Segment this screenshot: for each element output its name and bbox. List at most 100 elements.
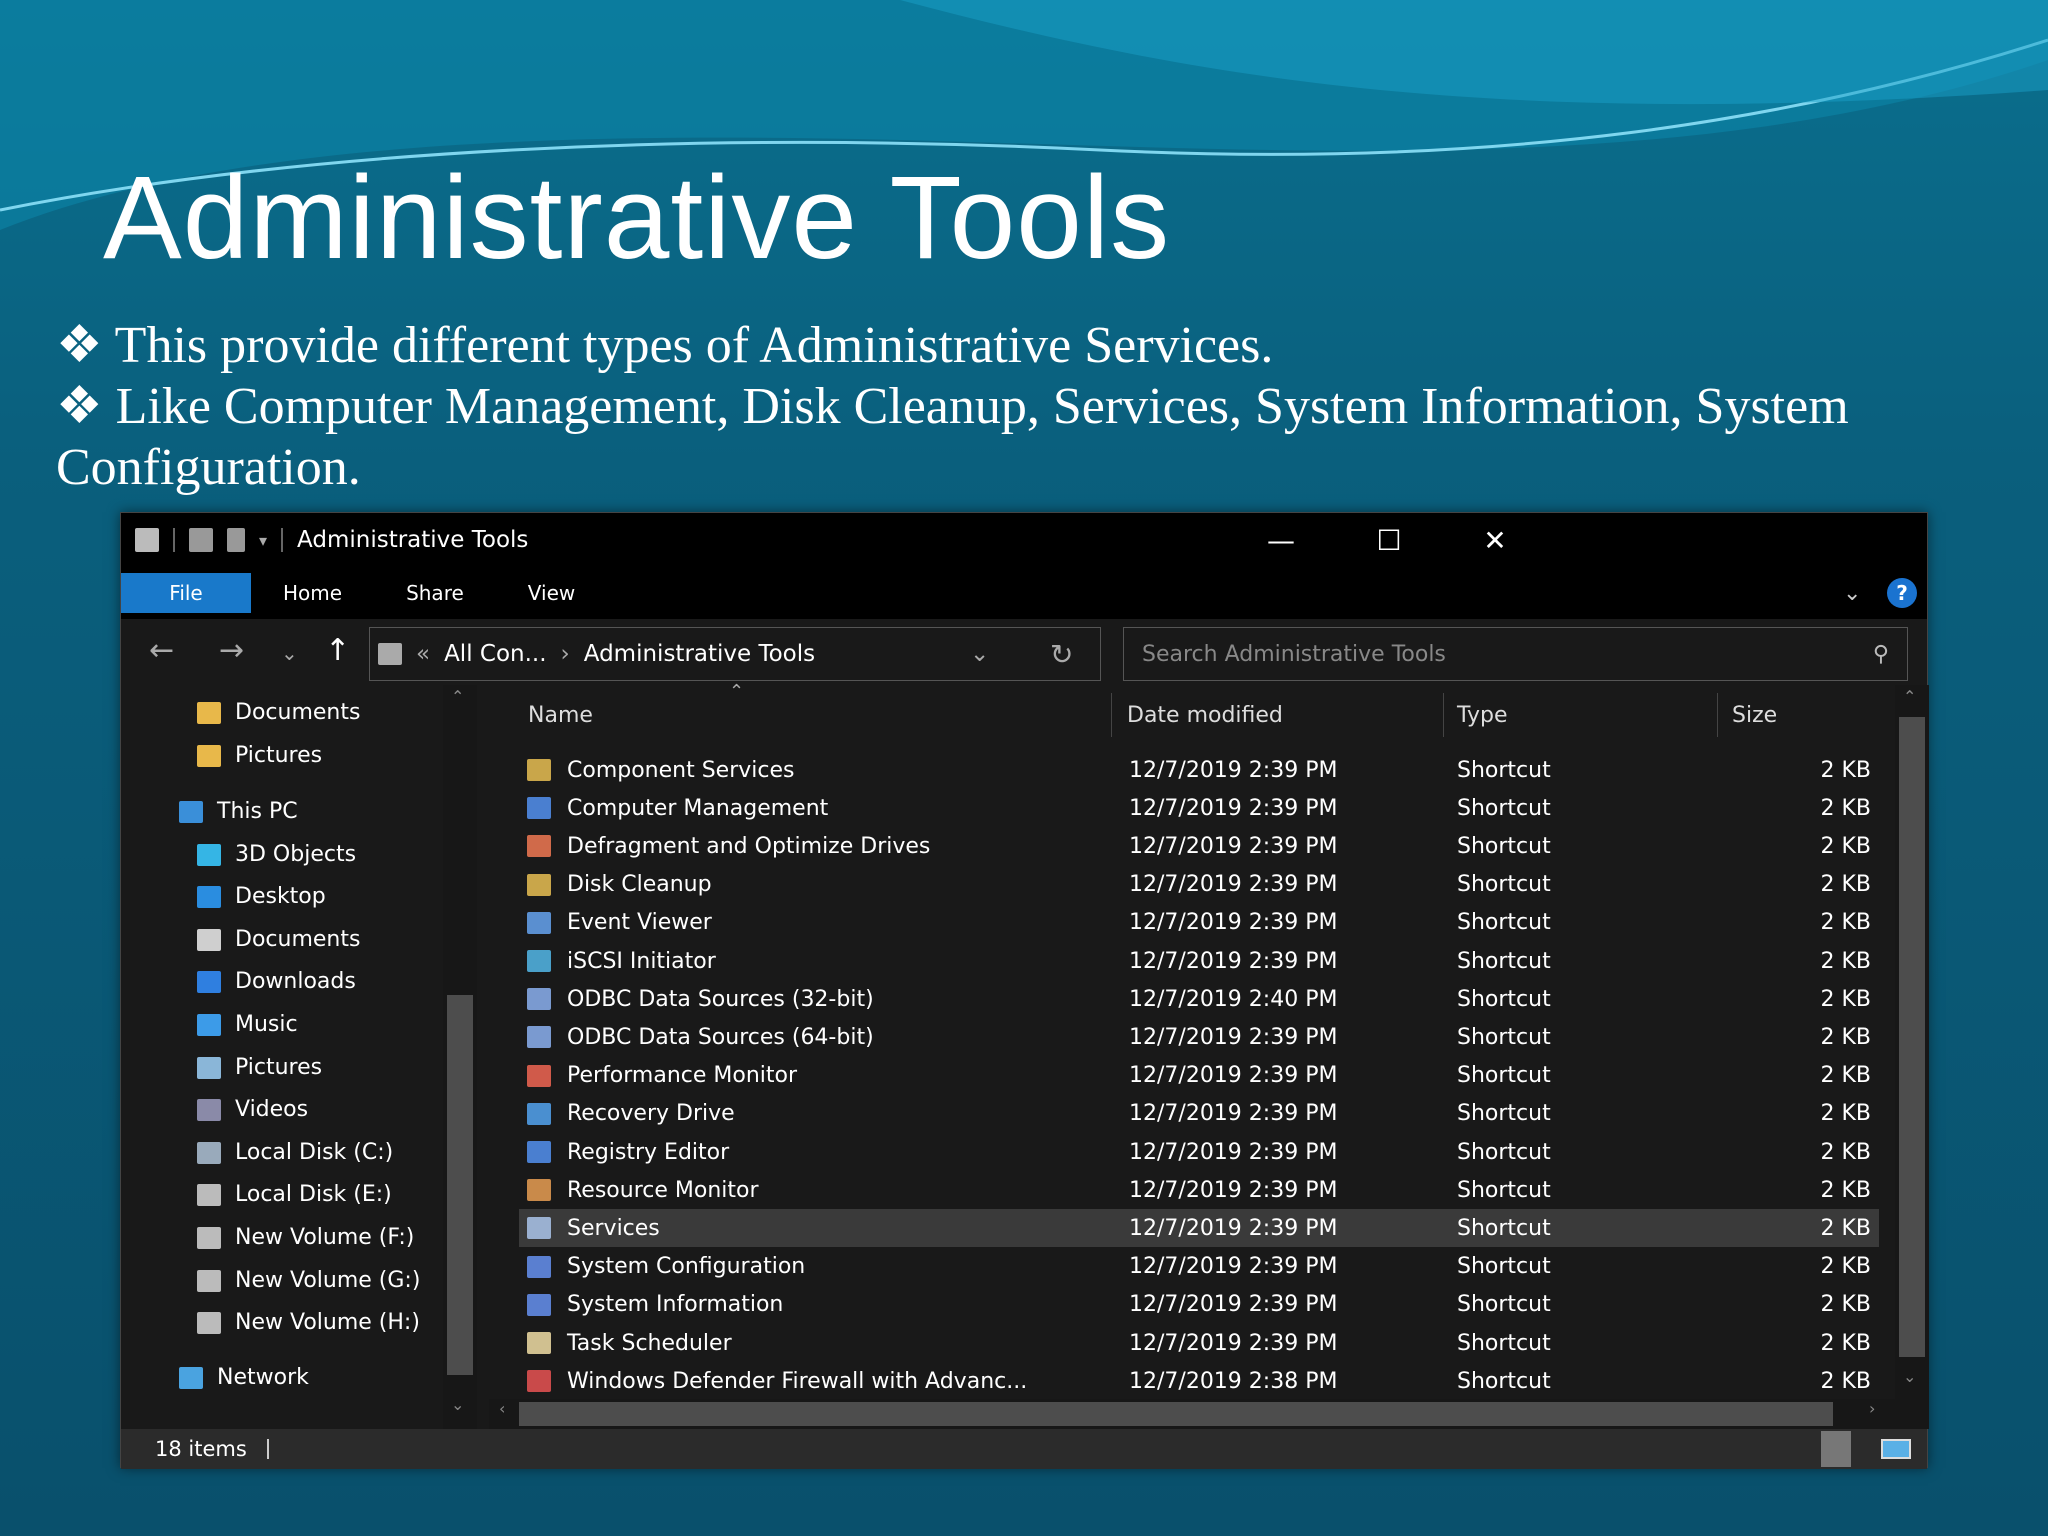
sidebar-item[interactable]: New Volume (H:) xyxy=(197,1310,420,1335)
file-row[interactable]: Disk Cleanup 12/7/2019 2:39 PM Shortcut … xyxy=(519,866,1879,904)
shortcut-icon xyxy=(527,950,551,972)
minimize-button[interactable]: — xyxy=(1231,513,1331,567)
column-type[interactable]: Type xyxy=(1457,703,1508,728)
properties-icon[interactable] xyxy=(189,528,213,552)
file-type: Shortcut xyxy=(1457,1177,1551,1203)
sidebar-item[interactable]: New Volume (G:) xyxy=(197,1268,420,1293)
file-row[interactable]: System Configuration 12/7/2019 2:39 PM S… xyxy=(519,1248,1879,1286)
tab-home[interactable]: Home xyxy=(251,573,374,613)
refresh-button[interactable]: ↻ xyxy=(1050,638,1073,671)
maximize-button[interactable]: ☐ xyxy=(1339,513,1439,567)
file-date: 12/7/2019 2:39 PM xyxy=(1129,1330,1338,1356)
file-name: Windows Defender Firewall with Advanc... xyxy=(567,1368,1028,1394)
file-row[interactable]: Defragment and Optimize Drives 12/7/2019… xyxy=(519,827,1879,865)
file-list-scrollbar[interactable]: ⌃ ⌄ xyxy=(1895,685,1929,1399)
details-view-button[interactable] xyxy=(1821,1431,1851,1467)
file-row[interactable]: Services 12/7/2019 2:39 PM Shortcut 2 KB xyxy=(519,1209,1879,1248)
tab-share[interactable]: Share xyxy=(374,573,496,613)
file-date: 12/7/2019 2:39 PM xyxy=(1129,1254,1338,1280)
file-date: 12/7/2019 2:39 PM xyxy=(1129,1139,1338,1165)
shortcut-icon xyxy=(527,1255,551,1278)
sidebar-item[interactable]: Documents xyxy=(197,927,360,952)
overflow-chevron[interactable]: « xyxy=(416,641,430,667)
column-date-modified[interactable]: Date modified xyxy=(1127,703,1283,728)
drive-icon xyxy=(197,1226,221,1249)
sidebar-item[interactable]: Documents xyxy=(197,700,360,725)
scroll-down-icon[interactable]: ⌄ xyxy=(1903,1367,1916,1386)
recent-locations-button[interactable]: ⌄ xyxy=(281,641,298,665)
file-row[interactable]: Recovery Drive 12/7/2019 2:39 PM Shortcu… xyxy=(519,1095,1879,1133)
ribbon-tabs: File Home Share View ⌄ ? xyxy=(121,567,1927,619)
tab-view[interactable]: View xyxy=(496,573,607,613)
help-button[interactable]: ? xyxy=(1887,578,1917,608)
horizontal-scrollbar[interactable]: ‹ › xyxy=(489,1399,1929,1429)
scroll-up-icon[interactable]: ⌃ xyxy=(1903,687,1916,706)
breadcrumb-separator: › xyxy=(560,641,570,667)
sidebar-item-label: Desktop xyxy=(235,884,326,909)
file-size: 2 KB xyxy=(1820,1368,1871,1394)
sidebar-scrollbar[interactable]: ⌃ ⌄ xyxy=(443,685,477,1429)
file-name: Services xyxy=(567,1215,660,1241)
file-size: 2 KB xyxy=(1820,1177,1871,1203)
address-dropdown-icon[interactable]: ⌄ xyxy=(970,641,989,667)
sidebar-item[interactable]: Downloads xyxy=(197,969,356,994)
scroll-down-icon[interactable]: ⌄ xyxy=(451,1395,464,1414)
download-icon xyxy=(197,970,221,993)
sidebar-item[interactable]: New Volume (F:) xyxy=(197,1225,414,1250)
forward-button[interactable]: → xyxy=(219,633,244,668)
sidebar-item[interactable]: This PC xyxy=(179,799,298,824)
scroll-right-icon[interactable]: › xyxy=(1869,1399,1875,1418)
sidebar-item[interactable]: Desktop xyxy=(197,884,326,909)
large-icons-view-button[interactable] xyxy=(1881,1439,1911,1459)
up-button[interactable]: ↑ xyxy=(325,633,350,668)
column-size[interactable]: Size xyxy=(1732,703,1777,728)
sidebar-item[interactable]: 3D Objects xyxy=(197,842,356,867)
folder-icon xyxy=(197,701,221,724)
file-row[interactable]: Resource Monitor 12/7/2019 2:39 PM Short… xyxy=(519,1171,1879,1209)
file-type: Shortcut xyxy=(1457,1368,1551,1394)
file-date: 12/7/2019 2:39 PM xyxy=(1129,1292,1338,1318)
customize-toolbar-icon[interactable]: ▾ xyxy=(259,531,267,550)
scroll-left-icon[interactable]: ‹ xyxy=(499,1399,505,1418)
address-bar[interactable]: « All Con... › Administrative Tools ⌄ ↻ xyxy=(369,627,1101,681)
sidebar-item[interactable]: Pictures xyxy=(197,743,322,768)
file-row[interactable]: iSCSI Initiator 12/7/2019 2:39 PM Shortc… xyxy=(519,942,1879,980)
search-input[interactable]: Search Administrative Tools ⚲ xyxy=(1123,627,1908,681)
sidebar-item[interactable]: Local Disk (E:) xyxy=(197,1182,392,1207)
back-button[interactable]: ← xyxy=(149,633,174,668)
file-row[interactable]: ODBC Data Sources (64-bit) 12/7/2019 2:3… xyxy=(519,1018,1879,1056)
sidebar-item-label: New Volume (G:) xyxy=(235,1268,421,1293)
file-row[interactable]: Performance Monitor 12/7/2019 2:39 PM Sh… xyxy=(519,1057,1879,1095)
file-row[interactable]: Registry Editor 12/7/2019 2:39 PM Shortc… xyxy=(519,1133,1879,1171)
file-name: ODBC Data Sources (32-bit) xyxy=(567,986,874,1012)
file-size: 2 KB xyxy=(1820,833,1871,859)
file-row[interactable]: ODBC Data Sources (32-bit) 12/7/2019 2:4… xyxy=(519,980,1879,1018)
file-row[interactable]: Component Services 12/7/2019 2:39 PM Sho… xyxy=(519,751,1879,789)
tab-file[interactable]: File xyxy=(121,573,251,613)
scroll-up-icon[interactable]: ⌃ xyxy=(451,687,464,706)
file-list: ⌃ Name Date modified Type Size ⌃ ⌄ ‹ › C… xyxy=(489,681,1929,1429)
file-row[interactable]: Event Viewer 12/7/2019 2:39 PM Shortcut … xyxy=(519,904,1879,942)
sidebar-item[interactable]: Videos xyxy=(197,1097,308,1122)
sidebar-item[interactable]: Music xyxy=(197,1012,298,1037)
scrollbar-thumb[interactable] xyxy=(447,995,473,1375)
sidebar-item[interactable]: Local Disk (C:) xyxy=(197,1140,393,1165)
file-row[interactable]: Task Scheduler 12/7/2019 2:39 PM Shortcu… xyxy=(519,1324,1879,1362)
scrollbar-thumb[interactable] xyxy=(519,1402,1833,1426)
column-name[interactable]: Name xyxy=(528,703,593,728)
scrollbar-thumb[interactable] xyxy=(1899,717,1925,1357)
sidebar-item[interactable]: Pictures xyxy=(197,1055,322,1080)
file-row[interactable]: System Information 12/7/2019 2:39 PM Sho… xyxy=(519,1286,1879,1324)
breadcrumb-all-control-panel[interactable]: All Con... xyxy=(444,641,546,667)
close-button[interactable]: ✕ xyxy=(1445,513,1545,567)
sidebar-item[interactable]: Network xyxy=(179,1365,309,1390)
file-size: 2 KB xyxy=(1820,986,1871,1012)
expand-ribbon-icon[interactable]: ⌄ xyxy=(1843,581,1861,606)
file-row[interactable]: Computer Management 12/7/2019 2:39 PM Sh… xyxy=(519,789,1879,827)
breadcrumb-current[interactable]: Administrative Tools xyxy=(584,641,815,667)
file-row[interactable]: Windows Defender Firewall with Advanc...… xyxy=(519,1362,1879,1400)
drive-icon xyxy=(197,1269,221,1292)
new-folder-icon[interactable] xyxy=(227,528,245,552)
file-size: 2 KB xyxy=(1820,757,1871,783)
file-type: Shortcut xyxy=(1457,757,1551,783)
